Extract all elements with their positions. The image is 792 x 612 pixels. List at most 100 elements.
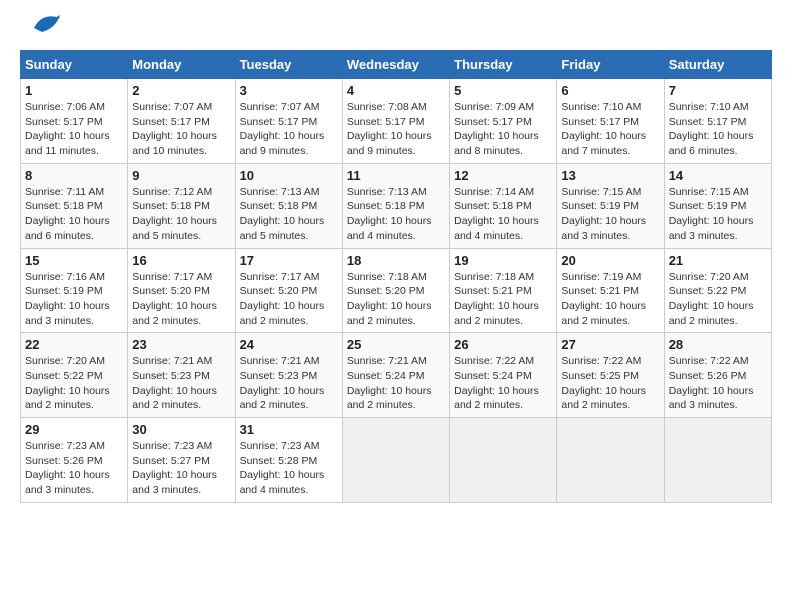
- calendar-day-cell: 9 Sunrise: 7:12 AM Sunset: 5:18 PM Dayli…: [128, 163, 235, 248]
- sunrise-time: 7:13 AM: [388, 186, 427, 198]
- daylight-label: Daylight:: [454, 385, 498, 397]
- calendar-week-row: 29 Sunrise: 7:23 AM Sunset: 5:26 PM Dayl…: [21, 418, 772, 503]
- sunrise-time: 7:23 AM: [174, 440, 213, 452]
- day-info: Sunrise: 7:17 AM Sunset: 5:20 PM Dayligh…: [132, 270, 230, 329]
- calendar-day-cell: [664, 418, 771, 503]
- day-info: Sunrise: 7:23 AM Sunset: 5:28 PM Dayligh…: [240, 439, 338, 498]
- day-info: Sunrise: 7:20 AM Sunset: 5:22 PM Dayligh…: [669, 270, 767, 329]
- sunset-label: Sunset:: [561, 370, 600, 382]
- day-info: Sunrise: 7:15 AM Sunset: 5:19 PM Dayligh…: [669, 185, 767, 244]
- sunrise-time: 7:09 AM: [496, 101, 535, 113]
- day-number: 13: [561, 168, 659, 183]
- calendar-header-saturday: Saturday: [664, 51, 771, 79]
- day-number: 17: [240, 253, 338, 268]
- day-info: Sunrise: 7:06 AM Sunset: 5:17 PM Dayligh…: [25, 100, 123, 159]
- sunrise-label: Sunrise:: [25, 271, 66, 283]
- sunset-time: 5:23 PM: [278, 370, 317, 382]
- sunrise-time: 7:22 AM: [603, 355, 642, 367]
- calendar-day-cell: 30 Sunrise: 7:23 AM Sunset: 5:27 PM Dayl…: [128, 418, 235, 503]
- sunset-time: 5:22 PM: [707, 285, 746, 297]
- sunset-label: Sunset:: [561, 285, 600, 297]
- calendar-day-cell: 15 Sunrise: 7:16 AM Sunset: 5:19 PM Dayl…: [21, 248, 128, 333]
- day-info: Sunrise: 7:21 AM Sunset: 5:23 PM Dayligh…: [132, 354, 230, 413]
- daylight-label: Daylight:: [240, 385, 284, 397]
- calendar-table: SundayMondayTuesdayWednesdayThursdayFrid…: [20, 50, 772, 503]
- calendar-day-cell: [557, 418, 664, 503]
- day-info: Sunrise: 7:07 AM Sunset: 5:17 PM Dayligh…: [132, 100, 230, 159]
- day-info: Sunrise: 7:18 AM Sunset: 5:21 PM Dayligh…: [454, 270, 552, 329]
- calendar-day-cell: 26 Sunrise: 7:22 AM Sunset: 5:24 PM Dayl…: [450, 333, 557, 418]
- sunset-time: 5:18 PM: [64, 200, 103, 212]
- sunset-label: Sunset:: [669, 370, 708, 382]
- daylight-label: Daylight:: [240, 130, 284, 142]
- sunrise-label: Sunrise:: [25, 355, 66, 367]
- calendar-week-row: 1 Sunrise: 7:06 AM Sunset: 5:17 PM Dayli…: [21, 79, 772, 164]
- day-number: 6: [561, 83, 659, 98]
- day-number: 26: [454, 337, 552, 352]
- sunset-label: Sunset:: [240, 200, 279, 212]
- calendar-header-wednesday: Wednesday: [342, 51, 449, 79]
- sunset-label: Sunset:: [669, 200, 708, 212]
- sunrise-time: 7:10 AM: [710, 101, 749, 113]
- daylight-label: Daylight:: [561, 300, 605, 312]
- sunrise-time: 7:15 AM: [710, 186, 749, 198]
- calendar-day-cell: 20 Sunrise: 7:19 AM Sunset: 5:21 PM Dayl…: [557, 248, 664, 333]
- sunset-label: Sunset:: [347, 370, 386, 382]
- sunset-label: Sunset:: [240, 285, 279, 297]
- daylight-label: Daylight:: [240, 469, 284, 481]
- day-number: 24: [240, 337, 338, 352]
- sunrise-time: 7:14 AM: [496, 186, 535, 198]
- calendar-header-row: SundayMondayTuesdayWednesdayThursdayFrid…: [21, 51, 772, 79]
- calendar-day-cell: 3 Sunrise: 7:07 AM Sunset: 5:17 PM Dayli…: [235, 79, 342, 164]
- sunrise-label: Sunrise:: [347, 101, 388, 113]
- sunrise-time: 7:23 AM: [281, 440, 320, 452]
- calendar-day-cell: [450, 418, 557, 503]
- sunset-time: 5:20 PM: [278, 285, 317, 297]
- sunset-label: Sunset:: [347, 200, 386, 212]
- daylight-label: Daylight:: [669, 300, 713, 312]
- calendar-day-cell: 23 Sunrise: 7:21 AM Sunset: 5:23 PM Dayl…: [128, 333, 235, 418]
- day-number: 8: [25, 168, 123, 183]
- sunrise-time: 7:17 AM: [174, 271, 213, 283]
- day-number: 23: [132, 337, 230, 352]
- sunrise-label: Sunrise:: [669, 101, 710, 113]
- day-info: Sunrise: 7:17 AM Sunset: 5:20 PM Dayligh…: [240, 270, 338, 329]
- sunset-time: 5:28 PM: [278, 455, 317, 467]
- sunset-time: 5:26 PM: [707, 370, 746, 382]
- day-number: 30: [132, 422, 230, 437]
- calendar-day-cell: 17 Sunrise: 7:17 AM Sunset: 5:20 PM Dayl…: [235, 248, 342, 333]
- daylight-label: Daylight:: [669, 215, 713, 227]
- day-info: Sunrise: 7:15 AM Sunset: 5:19 PM Dayligh…: [561, 185, 659, 244]
- sunrise-label: Sunrise:: [454, 101, 495, 113]
- sunset-time: 5:27 PM: [171, 455, 210, 467]
- sunset-time: 5:21 PM: [600, 285, 639, 297]
- logo: [20, 20, 60, 40]
- sunset-label: Sunset:: [240, 370, 279, 382]
- sunrise-label: Sunrise:: [25, 186, 66, 198]
- calendar-header-monday: Monday: [128, 51, 235, 79]
- sunset-time: 5:17 PM: [600, 116, 639, 128]
- calendar-day-cell: 16 Sunrise: 7:17 AM Sunset: 5:20 PM Dayl…: [128, 248, 235, 333]
- day-info: Sunrise: 7:09 AM Sunset: 5:17 PM Dayligh…: [454, 100, 552, 159]
- sunset-label: Sunset:: [132, 200, 171, 212]
- sunset-label: Sunset:: [454, 285, 493, 297]
- calendar-day-cell: 5 Sunrise: 7:09 AM Sunset: 5:17 PM Dayli…: [450, 79, 557, 164]
- daylight-label: Daylight:: [25, 215, 69, 227]
- sunset-time: 5:18 PM: [385, 200, 424, 212]
- daylight-label: Daylight:: [240, 215, 284, 227]
- daylight-label: Daylight:: [561, 215, 605, 227]
- sunrise-label: Sunrise:: [561, 355, 602, 367]
- sunrise-label: Sunrise:: [25, 440, 66, 452]
- day-info: Sunrise: 7:14 AM Sunset: 5:18 PM Dayligh…: [454, 185, 552, 244]
- day-info: Sunrise: 7:22 AM Sunset: 5:24 PM Dayligh…: [454, 354, 552, 413]
- calendar-day-cell: 27 Sunrise: 7:22 AM Sunset: 5:25 PM Dayl…: [557, 333, 664, 418]
- sunset-time: 5:20 PM: [385, 285, 424, 297]
- day-info: Sunrise: 7:11 AM Sunset: 5:18 PM Dayligh…: [25, 185, 123, 244]
- day-number: 2: [132, 83, 230, 98]
- day-info: Sunrise: 7:22 AM Sunset: 5:26 PM Dayligh…: [669, 354, 767, 413]
- sunrise-time: 7:13 AM: [281, 186, 320, 198]
- sunset-time: 5:17 PM: [707, 116, 746, 128]
- day-info: Sunrise: 7:20 AM Sunset: 5:22 PM Dayligh…: [25, 354, 123, 413]
- daylight-label: Daylight:: [25, 300, 69, 312]
- sunrise-time: 7:21 AM: [281, 355, 320, 367]
